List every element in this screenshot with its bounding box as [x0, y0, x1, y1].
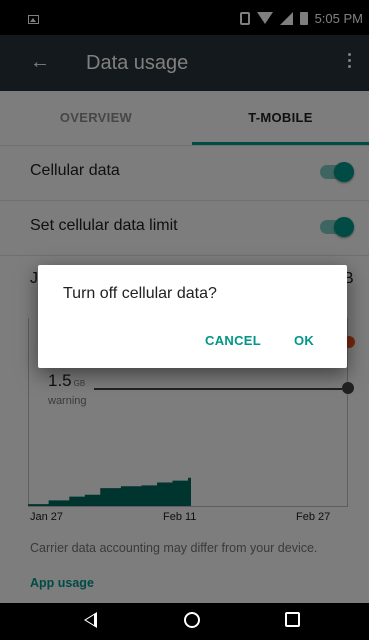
- nav-recents-icon[interactable]: [285, 612, 300, 627]
- ok-button[interactable]: OK: [284, 327, 324, 355]
- nav-back-icon[interactable]: [84, 612, 97, 628]
- cancel-button[interactable]: CANCEL: [198, 327, 268, 355]
- data-usage-screen: 5:05 PM ← Data usage OVERVIEW T-MOBILE C…: [0, 0, 369, 640]
- nav-home-icon[interactable]: [184, 612, 200, 628]
- confirm-dialog: Turn off cellular data? CANCEL OK: [38, 265, 347, 368]
- navigation-bar: [0, 603, 369, 640]
- dialog-title: Turn off cellular data?: [63, 285, 217, 302]
